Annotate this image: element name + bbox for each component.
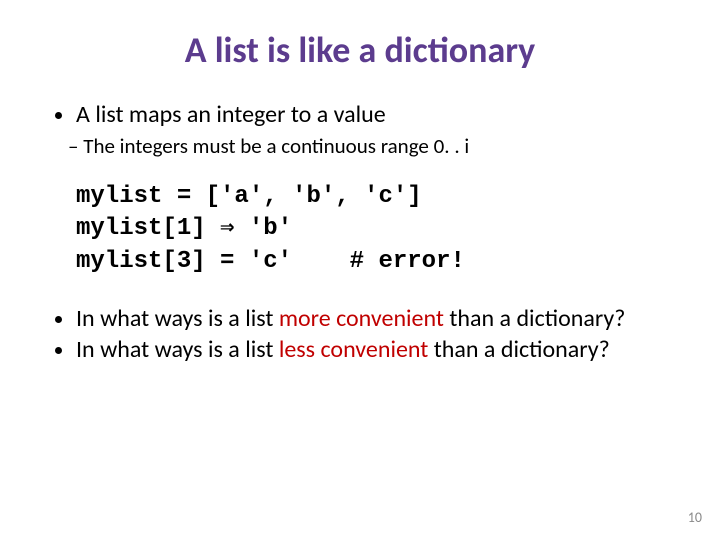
code-line-3: mylist[3] = 'c' # error! [76,246,680,278]
code-comment: # error! [350,248,465,275]
bullet-sub-1: The integers must be a continuous range … [68,133,680,159]
q1b: than a dictionary? [444,304,625,333]
code-l2b: 'b' [234,215,292,242]
page-number: 10 [688,509,702,526]
q2b: than a dictionary? [428,335,609,364]
question-1: In what ways is a list more convenient t… [76,304,680,333]
slide-title: A list is like a dictionary [40,28,680,72]
bullet-main-1: A list maps an integer to a value [76,100,680,129]
code-line-1: mylist = ['a', 'b', 'c'] [76,181,680,213]
bullet-list-sub: The integers must be a continuous range … [58,133,680,159]
arrow-icon: ⇒ [220,215,234,242]
question-2: In what ways is a list less convenient t… [76,335,680,364]
bullet-list-top: A list maps an integer to a value [58,100,680,129]
code-l2a: mylist[1] [76,215,220,242]
q1-emph: more convenient [279,304,444,333]
bullet-list-questions: In what ways is a list more convenient t… [58,304,680,364]
code-block: mylist = ['a', 'b', 'c'] mylist[1] ⇒ 'b'… [76,181,680,278]
slide: A list is like a dictionary A list maps … [0,0,720,540]
q2a: In what ways is a list [76,335,279,364]
code-l3a: mylist[3] = 'c' [76,248,350,275]
code-line-2: mylist[1] ⇒ 'b' [76,213,680,245]
q2-emph: less convenient [279,335,429,364]
q1a: In what ways is a list [76,304,279,333]
